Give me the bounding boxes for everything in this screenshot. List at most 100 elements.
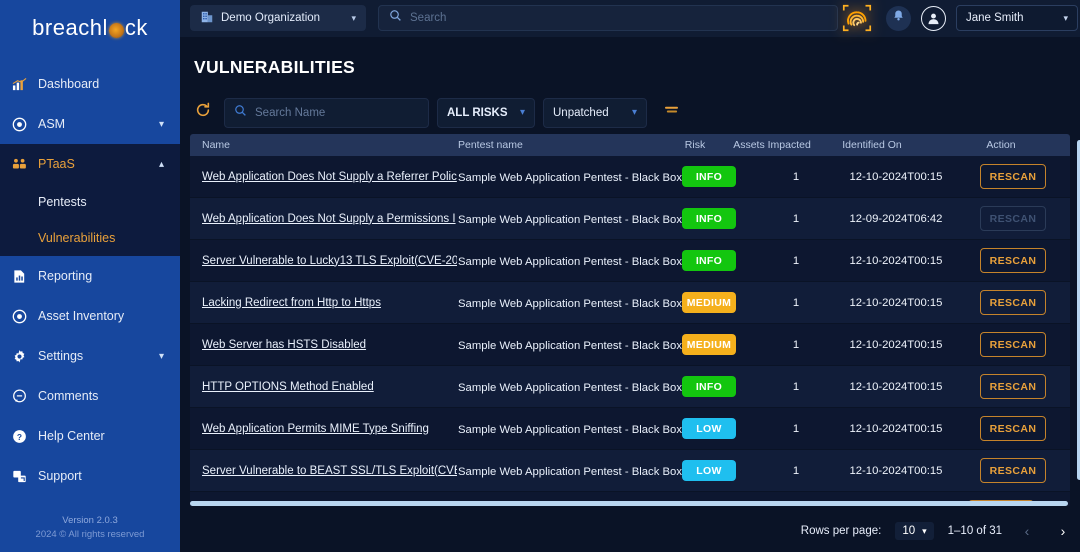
sidebar-item-comments[interactable]: Comments xyxy=(0,376,180,416)
sidebar-item-pentests[interactable]: Pentests xyxy=(0,184,180,220)
risk-filter-select[interactable]: ALL RISKS ▾ xyxy=(437,97,535,128)
pentest-name-label: Sample Web Application Pentest - Black B… xyxy=(458,339,682,352)
users-icon xyxy=(12,157,38,172)
risk-badge: INFO xyxy=(681,166,736,187)
rescan-button[interactable]: RESCAN xyxy=(979,248,1046,273)
search-input[interactable] xyxy=(255,106,419,119)
next-page-button[interactable]: › xyxy=(1052,520,1074,542)
topbar-actions: Jane Smith ▾ xyxy=(838,0,1078,37)
cell-assets-impacted: 1 xyxy=(792,338,800,351)
vulnerability-link[interactable]: Lacking Redirect from Http to Https xyxy=(202,297,457,309)
vulnerability-link[interactable]: Web Application Does Not Supply a Referr… xyxy=(202,171,457,183)
chevron-down-icon[interactable]: ▾ xyxy=(159,351,164,362)
cell-name: Server Vulnerable to BEAST SSL/TLS Explo… xyxy=(190,465,458,477)
sidebar-item-asm[interactable]: ASM ▾ xyxy=(0,104,180,144)
status-filter-select[interactable]: Unpatched ▾ xyxy=(543,97,647,128)
chevron-down-icon[interactable]: ▾ xyxy=(351,13,356,24)
org-selector[interactable]: Demo Organization ▾ xyxy=(190,5,366,31)
rescan-button[interactable]: RESCAN xyxy=(979,374,1046,399)
risk-badge: LOW xyxy=(681,418,736,439)
sidebar-item-dashboard[interactable]: Dashboard xyxy=(0,64,180,104)
vulnerability-link[interactable]: Server Vulnerable to BEAST SSL/TLS Explo… xyxy=(202,465,457,477)
vulnerability-link[interactable]: Web Server has HSTS Disabled xyxy=(202,339,457,351)
rescan-button[interactable]: RESCAN xyxy=(979,332,1046,357)
name-search[interactable] xyxy=(224,97,429,128)
global-search-input[interactable] xyxy=(410,12,827,24)
cell-action: RESCAN xyxy=(956,248,1070,273)
cell-assets-impacted: 1 xyxy=(792,422,800,435)
sidebar-item-help-center[interactable]: ? Help Center xyxy=(0,416,180,456)
prev-page-button[interactable]: ‹ xyxy=(1016,520,1038,542)
filter-lines-icon xyxy=(663,104,680,122)
cell-assets-impacted: 1 xyxy=(792,464,800,477)
table-row[interactable]: Lacking Redirect from Http to Https Sampl… xyxy=(190,282,1070,324)
chevron-down-icon[interactable]: ▾ xyxy=(632,107,637,118)
rows-per-page-select[interactable]: 10 ▾ xyxy=(895,522,934,540)
table-row[interactable]: Server Vulnerable to Lucky13 TLS Exploit… xyxy=(190,240,1070,282)
brand-logo[interactable]: breachl ck xyxy=(0,0,180,50)
rescan-button[interactable]: RESCAN xyxy=(979,416,1046,441)
chevron-up-icon[interactable]: ▴ xyxy=(159,159,164,170)
cell-identified-on: 12-09-2024T06:42 xyxy=(849,212,943,225)
advanced-filter-button[interactable] xyxy=(663,104,680,122)
table-row[interactable]: Web Server has HSTS Disabled Sample Web A… xyxy=(190,324,1070,366)
pentest-name-label: Sample Web Application Pentest - Black B… xyxy=(458,465,682,478)
sidebar-item-ptaas[interactable]: PTaaS ▴ xyxy=(0,144,180,184)
rows-per-page-label: Rows per page: xyxy=(800,525,882,537)
chevron-down-icon[interactable]: ▾ xyxy=(1063,13,1068,24)
cell-risk: INFO xyxy=(681,208,756,229)
cell-identified-on: 12-10-2024T00:15 xyxy=(849,464,943,477)
rescan-button[interactable]: RESCAN xyxy=(979,290,1046,315)
sidebar-item-label: Dashboard xyxy=(38,77,100,91)
page-title: VULNERABILITIES xyxy=(194,57,356,77)
chart-icon xyxy=(12,77,38,92)
chevron-down-icon: ▾ xyxy=(922,525,927,536)
sidebar: breachl ck Dashboard ASM ▾ PTaaS ▴ Pente… xyxy=(0,0,180,552)
pagination: Rows per page: 10 ▾ 1–10 of 31 ‹ › xyxy=(801,520,1074,542)
vulnerability-link[interactable]: Web Application Does Not Supply a Permis… xyxy=(202,213,457,225)
refresh-icon xyxy=(195,102,211,123)
rescan-button[interactable]: RESCAN xyxy=(979,164,1046,189)
cell-risk: LOW xyxy=(681,418,756,439)
vulnerability-link[interactable]: Server Vulnerable to Lucky13 TLS Exploit… xyxy=(202,255,457,267)
cell-action: RESCAN xyxy=(956,332,1070,357)
risk-badge: MEDIUM xyxy=(681,334,736,355)
pentest-name-label: Sample Web Application Pentest - Black B… xyxy=(458,213,682,226)
rescan-button: RESCAN xyxy=(979,206,1046,231)
sidebar-nav: Dashboard ASM ▾ PTaaS ▴ Pentests Vulnera… xyxy=(0,64,180,514)
table-row[interactable]: Web Application Does Not Supply a Permis… xyxy=(190,198,1070,240)
cell-identified-on: 12-10-2024T00:15 xyxy=(849,296,943,309)
horizontal-scrollbar[interactable] xyxy=(190,501,1068,506)
sidebar-item-label: PTaaS xyxy=(38,157,75,171)
cell-action: RESCAN xyxy=(956,374,1070,399)
fingerprint-scan-icon[interactable] xyxy=(838,0,876,37)
chevron-down-icon[interactable]: ▾ xyxy=(159,119,164,130)
pentest-name-label: Sample Web Application Pentest - Black B… xyxy=(458,255,682,268)
sidebar-item-label: ASM xyxy=(38,117,66,131)
sidebar-item-reporting[interactable]: Reporting xyxy=(0,256,180,296)
sidebar-item-asset-inventory[interactable]: Asset Inventory xyxy=(0,296,180,336)
sidebar-item-support[interactable]: Support xyxy=(0,456,180,496)
avatar[interactable] xyxy=(921,5,946,31)
table-row[interactable]: Web Application Does Not Supply a Referr… xyxy=(190,156,1070,198)
chevron-down-icon[interactable]: ▾ xyxy=(520,107,525,118)
global-search[interactable] xyxy=(378,5,838,31)
main-content: Demo Organization ▾ Search Jane Smith ▾ … xyxy=(180,0,1080,552)
notifications-button[interactable] xyxy=(886,5,911,31)
refresh-button[interactable] xyxy=(190,100,216,126)
sidebar-item-vulnerabilities[interactable]: Vulnerabilities xyxy=(0,220,180,256)
table-row[interactable]: Server Vulnerable to BEAST SSL/TLS Explo… xyxy=(190,450,1070,492)
column-header-pentest: Pentest name xyxy=(458,139,523,151)
rescan-button[interactable]: RESCAN xyxy=(979,458,1046,483)
version-label: Version 2.0.3 xyxy=(62,514,118,526)
cell-assets-impacted: 1 xyxy=(792,254,800,267)
table-row[interactable]: Web Application Permits MIME Type Sniffi… xyxy=(190,408,1070,450)
vulnerability-link[interactable]: Web Application Permits MIME Type Sniffi… xyxy=(202,423,457,435)
user-menu[interactable]: Jane Smith ▾ xyxy=(956,5,1078,31)
vulnerability-link[interactable]: HTTP OPTIONS Method Enabled xyxy=(202,381,457,393)
table-row[interactable]: HTTP OPTIONS Method Enabled Sample Web Ap… xyxy=(190,366,1070,408)
support-icon xyxy=(12,469,38,484)
sidebar-item-settings[interactable]: Settings ▾ xyxy=(0,336,180,376)
column-header-risk: Risk xyxy=(684,139,706,151)
building-icon xyxy=(200,10,214,27)
